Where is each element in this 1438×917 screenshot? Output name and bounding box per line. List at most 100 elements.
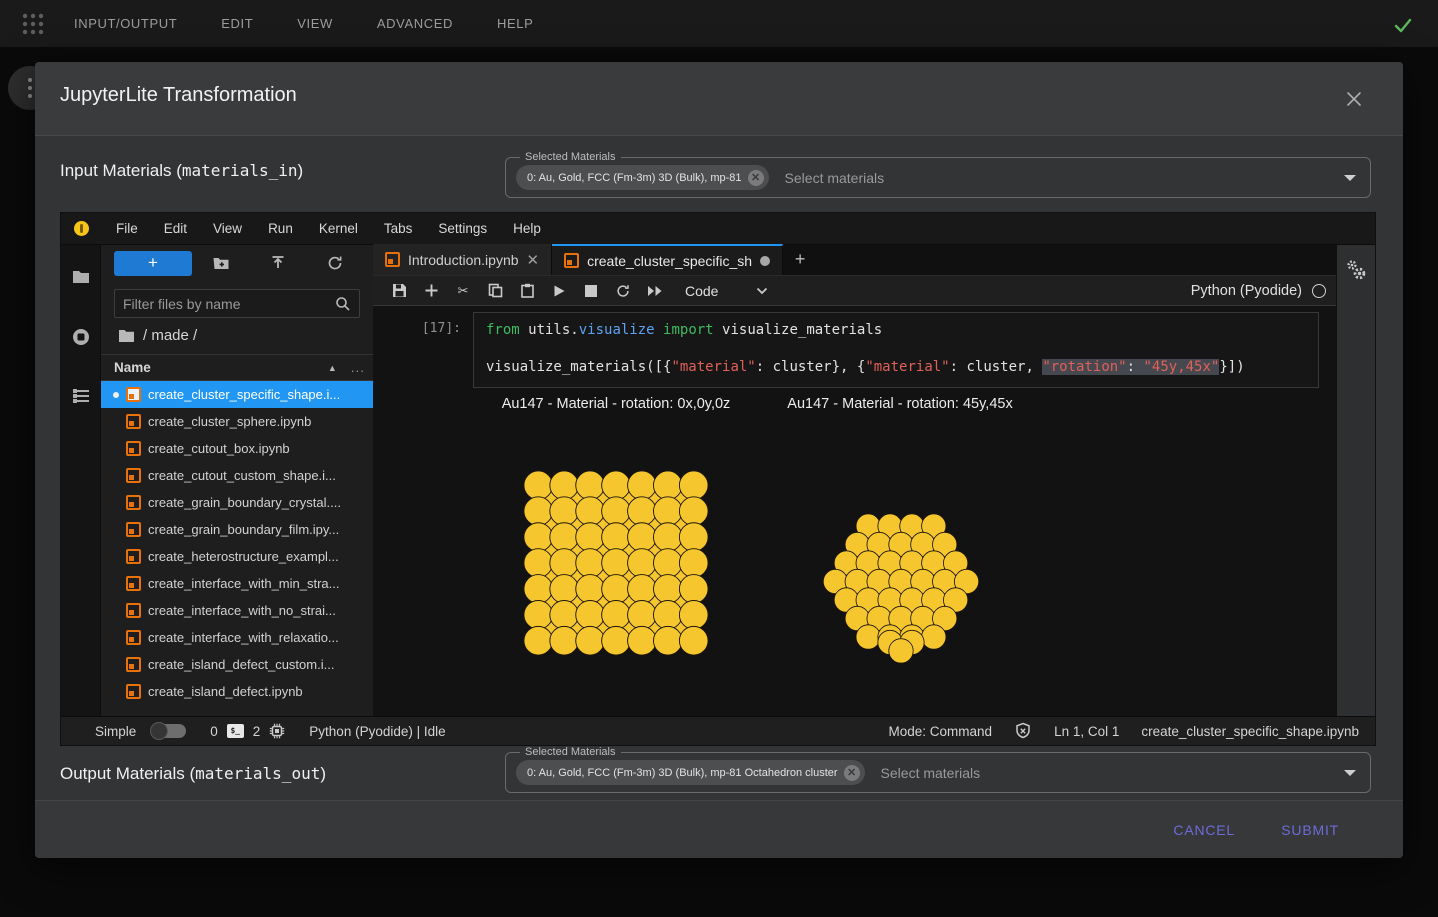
jupyter-menu-help[interactable]: Help [500,221,554,236]
tab-close-icon[interactable]: ✕ [527,251,540,269]
terminals-count[interactable]: 0 [210,724,218,739]
file-row[interactable]: create_heterostructure_exampl... [101,543,373,570]
file-filter-input[interactable] [123,296,335,312]
app-menu-advanced[interactable]: ADVANCED [377,16,453,31]
jupyter-menu-tabs[interactable]: Tabs [371,221,426,236]
app-menu-edit[interactable]: EDIT [221,16,253,31]
table-of-contents-icon[interactable] [71,387,91,407]
file-row[interactable]: create_island_defect_custom.i... [101,651,373,678]
input-material-chip[interactable]: 0: Au, Gold, FCC (Fm-3m) 3D (Bulk), mp-8… [516,165,769,190]
restart-kernel-icon[interactable] [607,276,639,306]
jupyter-menu-bar: FileEditViewRunKernelTabsSettingsHelp [61,213,1375,245]
cell-editor[interactable]: from utils.visualize import visualize_ma… [473,312,1319,388]
app-menu-view[interactable]: VIEW [297,16,333,31]
file-row[interactable]: create_grain_boundary_film.ipy... [101,516,373,543]
notebook-file-icon [126,630,141,645]
file-browser-panel: + / made / Name ▲ [101,245,373,716]
save-icon[interactable] [383,276,415,306]
file-browser-icon[interactable] [71,267,91,287]
output-material-chip[interactable]: 0: Au, Gold, FCC (Fm-3m) 3D (Bulk), mp-8… [516,760,865,785]
app-menu-help[interactable]: HELP [497,16,533,31]
code-token: from [486,322,520,338]
jupyter-left-rail [61,245,101,716]
output-title-left: Au147 - Material - rotation: 0x,0y,0z [502,396,731,412]
tab-introduction-ipynb[interactable]: Introduction.ipynb✕ [373,244,552,275]
jupyter-menu-view[interactable]: View [200,221,255,236]
input-materials-label: Input Materials (materials_in) [60,161,303,181]
command-mode-indicator[interactable]: Mode: Command [889,724,993,739]
jupyter-menu-kernel[interactable]: Kernel [306,221,371,236]
file-row[interactable]: create_interface_with_min_stra... [101,570,373,597]
file-row[interactable]: create_interface_with_no_strai... [101,597,373,624]
kernel-switcher[interactable]: Python (Pyodide) [1191,283,1336,299]
tab-create-cluster-specific-sh[interactable]: create_cluster_specific_sh [552,244,783,275]
kernel-status-text[interactable]: Python (Pyodide) | Idle [309,724,445,739]
submit-button[interactable]: SUBMIT [1273,816,1347,844]
cell-type-caret-icon[interactable] [756,287,768,295]
code-token: : [1127,359,1144,375]
new-folder-icon[interactable] [192,254,249,272]
code-token: visualize_materials [714,322,883,338]
cut-cell-icon[interactable]: ✂ [447,276,479,306]
code-token: : cluster}, { [756,359,866,375]
restart-run-all-icon[interactable] [639,276,671,306]
breadcrumb[interactable]: / made / [101,318,373,352]
running-kernels-icon[interactable] [71,327,91,347]
chip-remove-icon[interactable]: ✕ [844,765,860,781]
cluster-visualization-rotated [819,513,983,666]
property-inspector-gears-icon[interactable] [1343,257,1369,285]
cancel-button[interactable]: CANCEL [1165,816,1243,844]
chip-remove-icon[interactable]: ✕ [748,170,764,186]
code-token: visualize_materials([{ [486,359,671,375]
file-name: create_island_defect.ipynb [148,684,303,699]
more-columns[interactable]: ... [351,360,365,375]
file-row[interactable]: create_cutout_custom_shape.i... [101,462,373,489]
notebook-file-icon [126,495,141,510]
file-row[interactable]: create_cluster_sphere.ipynb [101,408,373,435]
file-list-header[interactable]: Name ▲ ... [101,354,373,381]
dialog-footer: CANCEL SUBMIT [35,800,1403,858]
stop-kernel-icon[interactable] [575,276,607,306]
jupyter-menu-settings[interactable]: Settings [425,221,500,236]
new-launcher-button[interactable]: + [114,251,192,276]
notebook-file-icon [126,522,141,537]
file-row[interactable]: create_cutout_box.ipynb [101,435,373,462]
cursor-position[interactable]: Ln 1, Col 1 [1054,724,1119,739]
sort-asc-icon: ▲ [328,363,337,373]
paste-cell-icon[interactable] [511,276,543,306]
jupyter-menus: FileEditViewRunKernelTabsSettingsHelp [103,221,554,236]
apps-grid-icon[interactable] [20,11,46,37]
file-name: create_cluster_specific_shape.i... [148,387,340,402]
cell-type-select[interactable]: Code [685,283,718,299]
file-browser-toolbar: + [101,245,373,281]
run-cell-icon[interactable] [543,276,575,306]
dropdown-caret-icon[interactable] [1344,770,1356,776]
refresh-icon[interactable] [306,254,363,272]
copy-cell-icon[interactable] [479,276,511,306]
simple-mode-toggle[interactable] [152,724,186,738]
file-filter-box [114,289,360,318]
close-icon[interactable] [1343,88,1365,110]
file-name: create_cutout_box.ipynb [148,441,290,456]
jupyter-menu-run[interactable]: Run [255,221,306,236]
app-menu-input-output[interactable]: INPUT/OUTPUT [74,16,177,31]
code-cell[interactable]: [17]: from utils.visualize import visual… [373,312,1336,388]
output-materials-select[interactable]: Selected Materials 0: Au, Gold, FCC (Fm-… [505,752,1371,793]
new-tab-button[interactable]: + [783,244,817,275]
notebook-file-icon [126,414,141,429]
code-token: "45y,45x" [1143,359,1219,375]
upload-icon[interactable] [249,254,306,272]
file-name: create_interface_with_min_stra... [148,576,339,591]
kernels-count[interactable]: 2 [253,724,261,739]
trust-shield-icon[interactable] [1014,722,1032,740]
jupyter-right-rail [1336,245,1375,716]
file-row[interactable]: create_grain_boundary_crystal.... [101,489,373,516]
jupyter-menu-file[interactable]: File [103,221,151,236]
file-row[interactable]: create_interface_with_relaxatio... [101,624,373,651]
file-row[interactable]: create_cluster_specific_shape.i... [101,381,373,408]
jupyter-menu-edit[interactable]: Edit [151,221,200,236]
add-cell-icon[interactable] [415,276,447,306]
input-materials-select[interactable]: Selected Materials 0: Au, Gold, FCC (Fm-… [505,157,1371,198]
file-row[interactable]: create_island_defect.ipynb [101,678,373,705]
dropdown-caret-icon[interactable] [1344,175,1356,181]
